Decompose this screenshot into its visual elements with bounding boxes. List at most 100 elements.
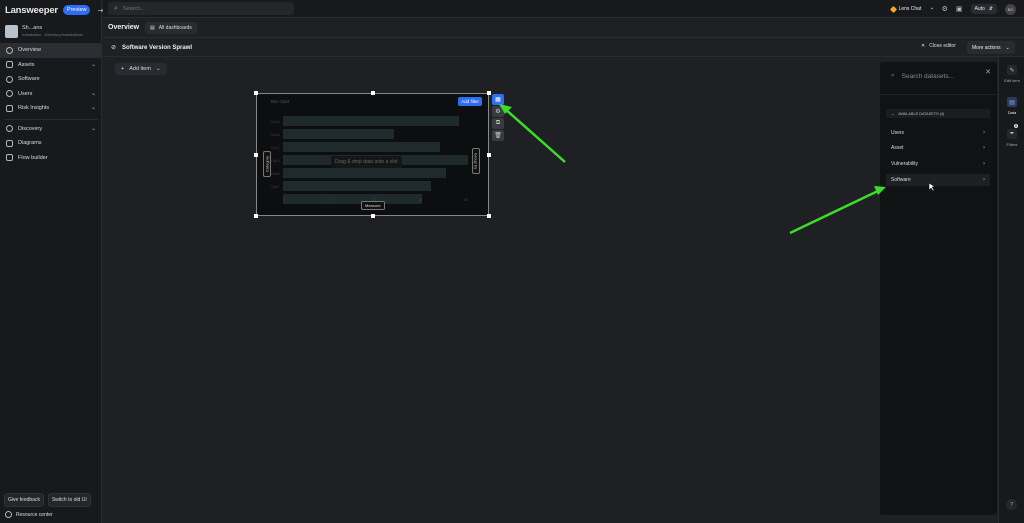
lens-chat-button[interactable]: Lens Chat: [889, 5, 921, 13]
sidebar-item-software[interactable]: Software: [0, 72, 102, 87]
grid-icon: ▤: [150, 25, 155, 31]
measure-slot[interactable]: Measure: [361, 201, 385, 210]
chart-widget[interactable]: Bar chart Add filter Cat A Cat B Cat C C…: [254, 91, 491, 218]
help-icon[interactable]: ?: [1006, 499, 1017, 510]
dataset-item-software[interactable]: Software ›: [886, 174, 990, 186]
bell-icon[interactable]: ◔: [929, 6, 933, 13]
x-tick-label: 40: [464, 198, 468, 202]
overview-icon: [6, 46, 13, 54]
preview-badge: Preview: [62, 5, 91, 15]
datasets-header-label: AVAILABLE DATASETS (4): [898, 111, 945, 116]
search-placeholder: Search...: [122, 5, 145, 12]
diagram-icon: [6, 139, 13, 147]
give-feedback-button[interactable]: Give feedback: [4, 493, 44, 507]
category-slot[interactable]: Category: [263, 151, 271, 177]
sidebar-item-discovery[interactable]: Discovery ⌄: [0, 122, 102, 137]
chevron-down-icon: ⌄: [90, 90, 96, 97]
settings-icon[interactable]: ⚙: [492, 106, 504, 117]
editor-header: ⊘ Software Version Sprawl ✕ Close editor…: [103, 39, 1024, 57]
rail-edit-item[interactable]: ✎ Edit item: [999, 65, 1024, 83]
filter-icon: ⏷: [1007, 129, 1017, 139]
app: Lansweeper Preview ⇥ Sh...ans Installati…: [0, 0, 1024, 523]
dataset-label: Users: [891, 130, 905, 136]
placeholder-bar: [283, 168, 446, 178]
chevron-down-icon: ⌄: [90, 105, 96, 111]
widget-title: Bar chart: [271, 99, 290, 104]
resize-handle[interactable]: [487, 91, 491, 95]
dataset-item-asset[interactable]: Asset ›: [886, 142, 990, 154]
dashboard-title: ⊘ Software Version Sprawl: [111, 44, 192, 52]
duplicate-icon[interactable]: ⧉: [492, 118, 504, 129]
radar-icon: [6, 125, 13, 133]
chevron-down-icon: ⌄: [1005, 44, 1010, 51]
store-icon[interactable]: ▣: [956, 5, 963, 13]
x-tick-label: 20: [372, 198, 377, 202]
theme-select[interactable]: Auto ⇵: [970, 4, 997, 14]
avatar[interactable]: BG: [1005, 3, 1016, 15]
add-item-label: Add item: [129, 66, 151, 72]
add-item-button[interactable]: + Add item ⌄: [115, 63, 167, 75]
gear-icon[interactable]: ⚙: [942, 5, 948, 13]
dataset-label: Vulnerability: [891, 161, 919, 167]
org-name: Sh...ans: [22, 25, 43, 31]
switch-old-ui-button[interactable]: Switch to old UI: [47, 493, 91, 507]
help-circle-icon: [5, 511, 12, 518]
resize-handle[interactable]: [371, 91, 375, 95]
dataset-item-vulnerability[interactable]: Vulnerability ›: [886, 158, 990, 170]
datasets-panel: ⌕ Search datasets... ✕ ⌄ AVAILABLE DATAS…: [880, 62, 997, 515]
resource-center-button[interactable]: Resource center: [5, 511, 53, 518]
sidebar-item-flow-builder[interactable]: Flow builder: [0, 151, 102, 166]
delete-icon[interactable]: 🗑: [492, 130, 504, 141]
y-tick-label: Cat D: [271, 159, 280, 163]
resize-handle[interactable]: [254, 153, 258, 157]
theme-value: Auto: [974, 6, 985, 12]
sidebar: Lansweeper Preview ⇥ Sh...ans Installati…: [0, 0, 104, 523]
x-tick-label: 0: [283, 198, 285, 202]
global-search-input[interactable]: ⌕ Search...: [108, 2, 294, 15]
rail-data[interactable]: ▤ Data: [999, 97, 1024, 115]
group-by-label: Group by: [473, 152, 479, 170]
sidebar-item-risk-insights[interactable]: Risk Insights ⌄: [0, 101, 102, 116]
resize-handle[interactable]: [254, 214, 258, 218]
sidebar-item-assets[interactable]: Assets ⌄: [0, 58, 102, 73]
category-label: Category: [264, 155, 270, 173]
sidebar-item-users[interactable]: Users ⌄: [0, 87, 102, 102]
resize-handle[interactable]: [371, 214, 375, 218]
lansweeper-logo[interactable]: Lansweeper: [5, 5, 58, 16]
dataset-search-input[interactable]: ⌕ Search datasets...: [891, 72, 954, 80]
chevron-right-icon: ›: [983, 130, 985, 136]
datasets-header[interactable]: ⌄ AVAILABLE DATASETS (4): [886, 109, 990, 118]
close-editor-button[interactable]: ✕ Close editor: [921, 43, 956, 49]
more-actions-label: More actions: [972, 44, 1001, 51]
x-axis-ticks: 0 10 20 30 40: [283, 198, 468, 202]
resource-center-label: Resource center: [16, 511, 53, 518]
sidebar-item-diagrams[interactable]: Diagrams: [0, 136, 102, 151]
more-actions-button[interactable]: More actions ⌄: [967, 41, 1015, 54]
resize-handle[interactable]: [487, 153, 491, 157]
user-icon: [6, 90, 13, 98]
dataset-item-users[interactable]: Users ›: [886, 127, 990, 139]
data-table-icon[interactable]: ▦: [492, 94, 504, 105]
divider: [4, 116, 98, 120]
sidebar-item-label: Discovery: [18, 125, 43, 132]
rail-edit-item-label: Edit item: [1004, 78, 1020, 83]
close-editor-label: Close editor: [929, 43, 956, 49]
top-bar: ⌕ Search... Lens Chat ◔ ⚙ ▣ Auto ⇵ BG: [103, 0, 1024, 18]
group-by-slot[interactable]: Group by: [472, 148, 480, 174]
rail-filters-label: Filters: [1006, 142, 1018, 147]
divider: [880, 94, 997, 95]
page-title: Overview: [108, 24, 140, 31]
sidebar-item-overview[interactable]: Overview: [0, 43, 102, 58]
org-switcher[interactable]: Sh...ans Installation - Directory/Instal…: [5, 24, 99, 38]
monitor-icon: [6, 61, 13, 69]
sidebar-item-label: Assets: [18, 61, 35, 68]
add-filter-button[interactable]: Add filter: [458, 97, 482, 106]
close-icon[interactable]: ✕: [985, 68, 991, 76]
all-dashboards-button[interactable]: ▤ All dashboards: [145, 22, 197, 34]
edit-icon: ✎: [1007, 65, 1017, 75]
close-icon: ✕: [921, 43, 926, 49]
sidebar-item-label: Flow builder: [18, 154, 48, 161]
resize-handle[interactable]: [254, 91, 258, 95]
rail-filters[interactable]: ⏷ Filters: [999, 129, 1024, 147]
resize-handle[interactable]: [487, 214, 491, 218]
